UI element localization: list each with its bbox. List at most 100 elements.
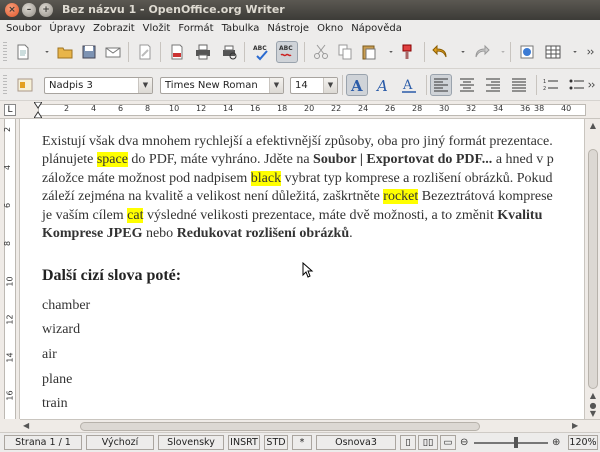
undo-icon[interactable] (430, 41, 452, 63)
next-page-icon[interactable]: ▼ (588, 409, 598, 418)
separator (426, 75, 427, 95)
bold-icon[interactable]: A (346, 74, 368, 96)
zoom-slider-track[interactable] (474, 442, 548, 444)
menu-vlozit[interactable]: Vložit (139, 23, 175, 34)
zoom-out-icon[interactable]: ⊖ (460, 437, 468, 448)
align-right-icon[interactable] (482, 74, 504, 96)
bullets-icon[interactable] (566, 74, 588, 96)
ruler-mark: 26 (385, 104, 396, 113)
text-run: nebo (142, 226, 177, 242)
chevron-down-icon[interactable]: ▼ (323, 78, 337, 93)
align-center-icon[interactable] (456, 74, 478, 96)
toolbar-grip[interactable] (3, 42, 7, 62)
vruler-mark: 16 (5, 390, 15, 401)
chevron-down-icon[interactable]: ▼ (138, 78, 152, 93)
close-window-button[interactable]: × (5, 3, 19, 17)
horizontal-scroll-thumb[interactable] (80, 422, 480, 431)
text-run: Existují však dva mnohem rychlejší a efe… (42, 134, 553, 149)
previous-page-icon[interactable]: ▲ (588, 391, 598, 400)
justify-icon[interactable] (508, 74, 530, 96)
zoom-slider-handle[interactable] (514, 437, 518, 448)
underline-icon[interactable]: A (398, 74, 420, 96)
menu-zobrazit[interactable]: Zobrazit (89, 23, 139, 34)
list-item: plane (42, 371, 73, 387)
toolbar-overflow-icon[interactable] (580, 41, 600, 63)
vertical-scroll-thumb[interactable] (588, 149, 598, 389)
tab-stop-selector[interactable]: L (4, 104, 16, 116)
spellcheck-icon[interactable]: ABC (250, 41, 272, 63)
print-preview-icon[interactable] (218, 41, 240, 63)
table-icon[interactable] (542, 41, 564, 63)
indent-marker-icon[interactable] (33, 101, 43, 119)
insert-mode-indicator[interactable]: INSRT (228, 435, 260, 450)
bold-text: Soubor | Exportovat do PDF... (313, 152, 493, 168)
italic-icon[interactable]: A (372, 74, 394, 96)
menu-okno[interactable]: Okno (313, 23, 347, 34)
vertical-scrollbar[interactable]: ▲ ▲ ● ▼ (584, 119, 600, 419)
book-view-icon[interactable]: ▭ (440, 435, 456, 450)
font-size-value: 14 (295, 80, 308, 91)
text-run: záložce máte možnost pod nadpisem (42, 170, 251, 186)
bold-text: Kvalitu (497, 207, 543, 223)
page-indicator[interactable]: Strana 1 / 1 (4, 435, 82, 450)
single-page-view-icon[interactable]: ▯ (400, 435, 416, 450)
list-item: chamber (42, 297, 91, 313)
vertical-ruler[interactable]: 2 4 6 8 10 12 14 16 (0, 119, 20, 419)
scroll-right-icon[interactable]: ▶ (572, 421, 578, 430)
toolbar-grip[interactable] (3, 75, 7, 95)
formatting-toolbar: Nadpis 3 ▼ Times New Roman ▼ 14 ▼ A A A … (0, 69, 600, 101)
toolbar-overflow-icon[interactable] (586, 74, 598, 96)
print-icon[interactable] (192, 41, 214, 63)
menu-nastroje[interactable]: Nástroje (263, 23, 313, 34)
menu-tabulka[interactable]: Tabulka (218, 23, 264, 34)
new-document-icon[interactable] (12, 41, 34, 63)
ruler-mark: 28 (412, 104, 423, 113)
horizontal-ruler[interactable] (0, 101, 600, 119)
separator (342, 75, 343, 95)
svg-text:A: A (350, 77, 363, 94)
svg-text:1: 1 (543, 79, 546, 85)
horizontal-scrollbar[interactable]: ◀ ▶ (20, 419, 600, 432)
vruler-mark: 2 (3, 126, 13, 133)
clone-formatting-icon[interactable] (396, 41, 418, 63)
scroll-left-icon[interactable]: ◀ (23, 421, 29, 430)
email-icon[interactable] (102, 41, 124, 63)
cut-icon[interactable] (310, 41, 332, 63)
redo-icon[interactable] (470, 41, 492, 63)
svg-text:A: A (375, 77, 388, 94)
modified-indicator[interactable]: * (292, 435, 312, 450)
zoom-level[interactable]: 120% (568, 435, 598, 450)
font-size-select[interactable]: 14 ▼ (290, 77, 338, 94)
text-run: a hned v p (492, 152, 554, 168)
menu-napoveda[interactable]: Nápověda (347, 23, 406, 34)
font-name-select[interactable]: Times New Roman ▼ (160, 77, 284, 94)
menu-format[interactable]: Formát (174, 23, 217, 34)
minimize-window-button[interactable]: – (22, 3, 36, 17)
zoom-in-icon[interactable]: ⊕ (552, 437, 560, 448)
text-run: je vaším cílem (42, 207, 128, 223)
save-icon[interactable] (78, 41, 100, 63)
align-left-icon[interactable] (430, 74, 452, 96)
language-indicator[interactable]: Slovensky (158, 435, 224, 450)
bold-text: Komprese JPEG (42, 226, 143, 242)
copy-icon[interactable] (334, 41, 356, 63)
svg-text:A: A (402, 78, 413, 93)
numbering-icon[interactable]: 12 (540, 74, 562, 96)
scroll-up-icon[interactable]: ▲ (588, 121, 598, 130)
styles-formatting-icon[interactable] (14, 74, 36, 96)
hyperlink-icon[interactable] (516, 41, 538, 63)
export-pdf-icon[interactable] (166, 41, 188, 63)
page-style[interactable]: Výchozí (86, 435, 154, 450)
autospellcheck-icon[interactable]: ABC (276, 41, 298, 63)
paragraph-style-select[interactable]: Nadpis 3 ▼ (44, 77, 153, 94)
paste-icon[interactable] (358, 41, 380, 63)
edit-file-icon[interactable] (134, 41, 156, 63)
menu-upravy[interactable]: Úpravy (45, 23, 89, 34)
multi-page-view-icon[interactable]: ▯▯ (418, 435, 438, 450)
open-folder-icon[interactable] (54, 41, 76, 63)
maximize-window-button[interactable]: + (39, 3, 53, 17)
separator (160, 42, 161, 62)
menu-soubor[interactable]: Soubor (2, 23, 45, 34)
selection-mode-indicator[interactable]: STD (264, 435, 288, 450)
chevron-down-icon[interactable]: ▼ (269, 78, 283, 93)
